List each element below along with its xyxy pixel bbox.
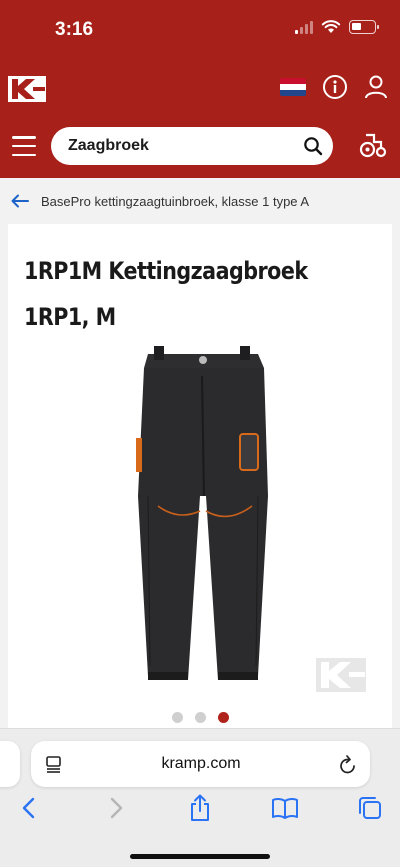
carousel-dot-active[interactable] [217, 712, 229, 723]
product-card: 1RP1M Kettingzaagbroek 1RP1, M [8, 224, 392, 744]
url-text[interactable]: kramp.com [63, 755, 339, 773]
status-time: 3:16 [55, 19, 94, 40]
hamburger-menu-icon[interactable] [12, 136, 36, 156]
info-icon[interactable] [322, 74, 348, 100]
reload-icon[interactable] [339, 754, 357, 774]
breadcrumb[interactable]: BasePro kettingzaagtuinbroek, klasse 1 t… [0, 178, 400, 224]
forward-icon[interactable] [101, 793, 131, 823]
address-bar[interactable]: kramp.com [31, 741, 370, 787]
breadcrumb-label[interactable]: BasePro kettingzaagtuinbroek, klasse 1 t… [41, 194, 309, 209]
browser-toolbar: kramp.com [0, 728, 400, 867]
cellular-signal-icon [295, 20, 313, 34]
status-icons [295, 20, 379, 34]
carousel-indicators [8, 712, 392, 723]
page-menu-icon[interactable] [45, 755, 63, 773]
share-icon[interactable] [185, 793, 215, 823]
search-field[interactable]: Zaagbroek [51, 127, 333, 165]
tabs-icon[interactable] [355, 793, 385, 823]
netherlands-flag-icon[interactable] [280, 78, 306, 96]
carousel-dot[interactable] [194, 712, 206, 723]
kramp-watermark-icon [316, 658, 366, 692]
home-indicator [130, 854, 270, 859]
product-title: 1RP1M Kettingzaagbroek 1RP1, M [24, 248, 325, 340]
carousel-dot[interactable] [171, 712, 183, 723]
tractor-icon[interactable] [359, 131, 387, 159]
app-header: 3:16 Zaagbroek [0, 0, 400, 178]
search-icon[interactable] [303, 136, 323, 156]
battery-icon [349, 20, 379, 34]
bookmarks-icon[interactable] [270, 793, 300, 823]
user-icon[interactable] [364, 74, 388, 100]
arrow-left-icon[interactable] [11, 194, 29, 208]
chainsaw-trousers-image[interactable] [118, 346, 288, 706]
product-title-line-2: 1RP1, M [24, 303, 116, 331]
search-input[interactable]: Zaagbroek [68, 137, 303, 155]
product-title-line-1: 1RP1M Kettingzaagbroek [24, 257, 308, 285]
kramp-logo-icon[interactable] [8, 76, 46, 102]
previous-tab-preview[interactable] [0, 741, 20, 787]
wifi-icon [321, 20, 341, 33]
back-icon[interactable] [14, 793, 44, 823]
